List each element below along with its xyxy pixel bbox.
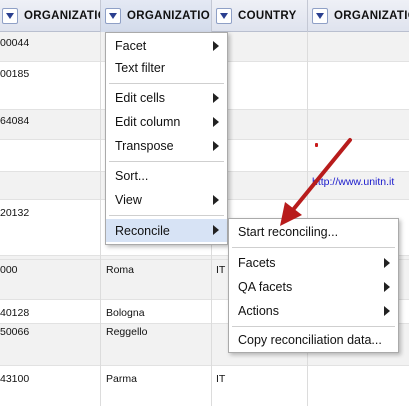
annotation-arrow-icon bbox=[280, 138, 352, 226]
